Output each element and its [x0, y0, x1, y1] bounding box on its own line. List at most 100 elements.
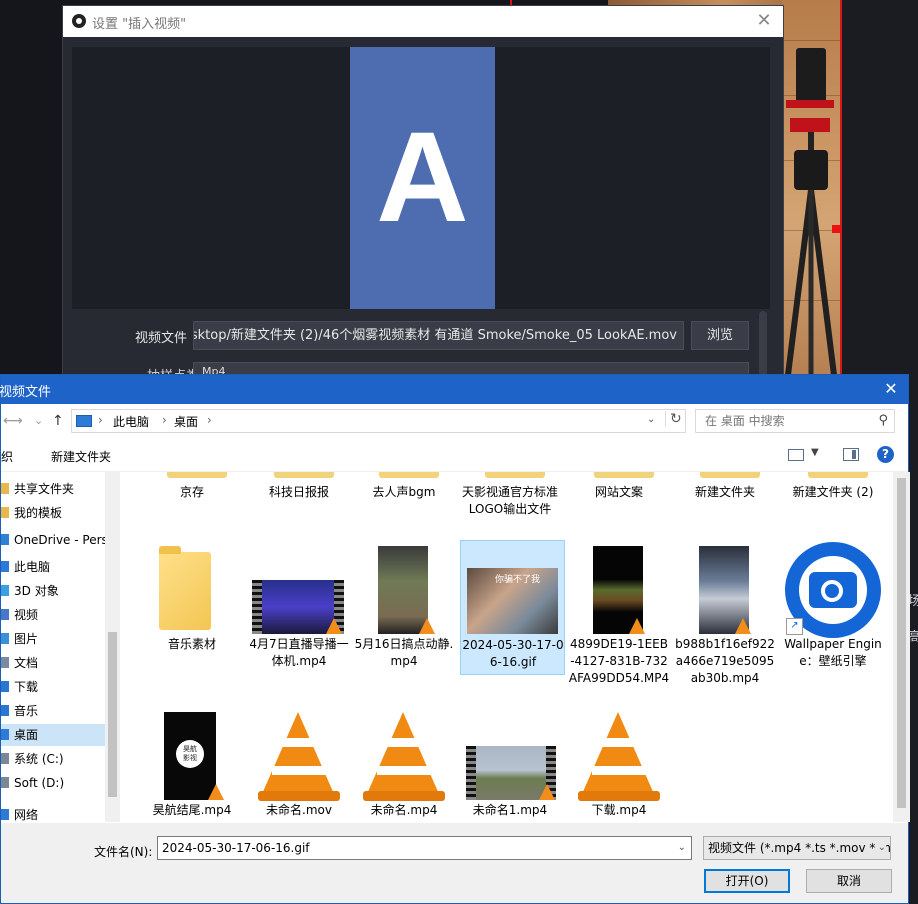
file-type-dropdown-icon[interactable]: ⌄ — [875, 837, 886, 859]
cube-icon — [1, 585, 9, 596]
navigation-pane: 共享文件夹我的模板 OneDrive - Perso 此电脑 3D 对象 视频 图片 文档下… — [1, 472, 120, 822]
refresh-icon[interactable]: ↻ — [665, 411, 682, 427]
sidebar-item[interactable]: 音乐 — [1, 700, 105, 722]
new-folder-button[interactable]: 新建文件夹 — [51, 448, 111, 465]
dialog-close-icon[interactable]: ✕ — [878, 377, 904, 401]
sidebar-item[interactable]: 此电脑 — [1, 556, 105, 578]
video-file-item[interactable]: 下载.mp4 — [572, 708, 666, 820]
settings-title: 设置 "插入视频" — [92, 17, 187, 32]
video-file-item[interactable]: 未命名1.mp4 — [463, 708, 557, 820]
document-icon — [1, 657, 9, 668]
folder-icon — [379, 472, 439, 478]
video-file-item[interactable]: 4899DE19-1EEB-4127-831B-732AFA99DD54.MP4 — [569, 542, 669, 685]
dialog-toolbar: 织 新建文件夹 ▼ ? — [1, 439, 908, 472]
sidebar-item[interactable]: 下载 — [1, 676, 105, 698]
view-mode-chevron-icon[interactable]: ▼ — [811, 447, 819, 458]
navigation-scrollbar[interactable] — [105, 472, 120, 822]
file-name: 未命名1.mp4 — [472, 803, 548, 817]
shortcut-item[interactable]: ↗ Wallpaper Engine：壁纸引擎 — [784, 542, 882, 668]
folder-item[interactable]: 网站文案 — [572, 472, 666, 502]
settings-close-icon[interactable]: ✕ — [753, 9, 775, 33]
search-input[interactable]: 在 桌面 中搜索 ⚲ — [695, 409, 895, 433]
file-open-dialog: 视频文件 ✕ ← → ⌄ ↑ › 此电脑 › 桌面 › ⌄ ↻ 在 桌面 中搜索… — [0, 374, 910, 904]
breadcrumb-desktop[interactable]: 桌面 — [174, 413, 198, 430]
drive-icon — [1, 753, 9, 764]
sidebar-item[interactable]: 我的模板 — [1, 502, 105, 524]
video-file-item[interactable]: 未命名.mp4 — [357, 708, 451, 820]
recent-locations-chevron-icon[interactable]: ⌄ — [34, 414, 43, 427]
computer-icon — [76, 415, 92, 427]
sidebar-item[interactable]: 文档 — [1, 652, 105, 674]
sidebar-item[interactable]: 系统 (C:) — [1, 748, 105, 770]
browse-button[interactable]: 浏览 — [691, 321, 749, 350]
up-arrow-icon[interactable]: ↑ — [52, 413, 64, 429]
video-file-path-input[interactable]: Desktop/新建文件夹 (2)/46个烟雾视频素材 有通道 Smoke/Sm… — [193, 321, 684, 350]
file-name: 新建文件夹 (2) — [792, 485, 874, 499]
sidebar-item-label: 共享文件夹 — [14, 482, 75, 496]
video-file-item[interactable]: 5月16日搞点动静.mp4 — [355, 542, 453, 668]
breadcrumb-separator-icon: › — [207, 413, 212, 427]
filename-label: 文件名(N): — [94, 845, 153, 859]
folder-item[interactable]: 京存 — [145, 472, 239, 502]
folder-item[interactable]: 科技日报报 — [252, 472, 346, 502]
sidebar-item[interactable]: 桌面 — [1, 724, 105, 746]
video-thumbnail — [476, 746, 546, 800]
video-file-item[interactable]: 未命名.mov — [252, 708, 346, 820]
file-name: 2024-05-30-17-06-16.gif — [462, 638, 564, 669]
file-name: 去人声bgm — [372, 485, 436, 499]
folder-item[interactable]: 天影视通官方标准LOGO输出文件 — [462, 472, 558, 536]
file-name: 下载.mp4 — [591, 803, 647, 817]
video-file-item[interactable]: b988b1f16ef922a466e719e5095ab30b.mp4 — [675, 542, 775, 685]
address-bar[interactable]: › 此电脑 › 桌面 › ⌄ ↻ — [71, 409, 686, 433]
dialog-titlebar[interactable]: 视频文件 ✕ — [0, 375, 908, 404]
sidebar-item[interactable]: 视频 — [1, 604, 105, 626]
dialog-bottom-bar: 文件名(N): 2024-05-30-17-06-16.gif ⌄ 视频文件 (… — [1, 823, 908, 903]
vlc-badge-icon — [419, 618, 435, 634]
help-icon[interactable]: ? — [877, 446, 894, 463]
filename-input[interactable]: 2024-05-30-17-06-16.gif ⌄ — [157, 836, 692, 860]
video-file-item[interactable]: 4月7日直播导播一体机.mp4 — [249, 542, 349, 668]
open-button[interactable]: 打开(O) — [704, 869, 790, 893]
folder-icon — [274, 472, 334, 478]
file-list-scrollbar[interactable] — [893, 472, 910, 822]
sidebar-item[interactable]: 共享文件夹 — [1, 478, 105, 500]
vlc-cone-icon — [367, 712, 439, 794]
file-name: 未命名.mp4 — [370, 803, 438, 817]
search-placeholder: 在 桌面 中搜索 — [705, 414, 785, 428]
file-name: b988b1f16ef922a466e719e5095ab30b.mp4 — [675, 637, 775, 685]
sidebar-item[interactable]: OneDrive - Perso — [1, 529, 115, 551]
view-mode-icon[interactable] — [788, 449, 804, 461]
file-list-scroll-thumb[interactable] — [897, 478, 906, 808]
breadcrumb-this-pc[interactable]: 此电脑 — [113, 413, 149, 430]
gif-file-item-selected[interactable]: 你骗不了我 2024-05-30-17-06-16.gif — [460, 540, 565, 675]
organize-button[interactable]: 织 — [1, 448, 13, 465]
preview-pane-icon[interactable] — [843, 448, 859, 461]
file-name: 新建文件夹 — [694, 485, 755, 499]
folder-icon — [808, 472, 868, 478]
music-icon — [1, 705, 9, 716]
vlc-badge-icon — [629, 618, 645, 634]
forward-arrow-icon[interactable]: → — [11, 413, 23, 429]
computer-icon — [1, 561, 9, 572]
video-file-item[interactable]: 昊航 影视 昊航结尾.mp4 — [145, 708, 239, 820]
file-type-select[interactable]: 视频文件 (*.mp4 *.ts *.mov *.m ⌄ — [703, 836, 891, 860]
sidebar-item-label: 我的模板 — [14, 506, 63, 520]
folder-item[interactable]: 新建文件夹 (2) — [786, 472, 880, 502]
sidebar-item[interactable]: 网络 — [1, 804, 105, 822]
sidebar-item[interactable]: Soft (D:) — [1, 772, 105, 794]
settings-titlebar[interactable]: 设置 "插入视频" ✕ — [63, 6, 783, 37]
settings-scrollbar[interactable] — [759, 311, 767, 376]
folder-item[interactable]: 音乐素材 — [145, 542, 239, 652]
video-icon — [1, 609, 9, 620]
folder-item[interactable]: 去人声bgm — [357, 472, 451, 502]
address-row: ← → ⌄ ↑ › 此电脑 › 桌面 › ⌄ ↻ 在 桌面 中搜索 ⚲ — [1, 405, 908, 438]
navigation-scroll-thumb[interactable] — [108, 632, 117, 797]
filename-dropdown-icon[interactable]: ⌄ — [678, 837, 686, 859]
video-thumbnail — [262, 580, 334, 634]
address-dropdown-icon[interactable]: ⌄ — [647, 414, 655, 425]
folder-item[interactable]: 新建文件夹 — [678, 472, 772, 502]
cancel-button[interactable]: 取消 — [806, 869, 892, 893]
sidebar-item[interactable]: 3D 对象 — [1, 580, 105, 602]
sidebar-item[interactable]: 图片 — [1, 628, 105, 650]
folder-icon — [700, 472, 760, 478]
